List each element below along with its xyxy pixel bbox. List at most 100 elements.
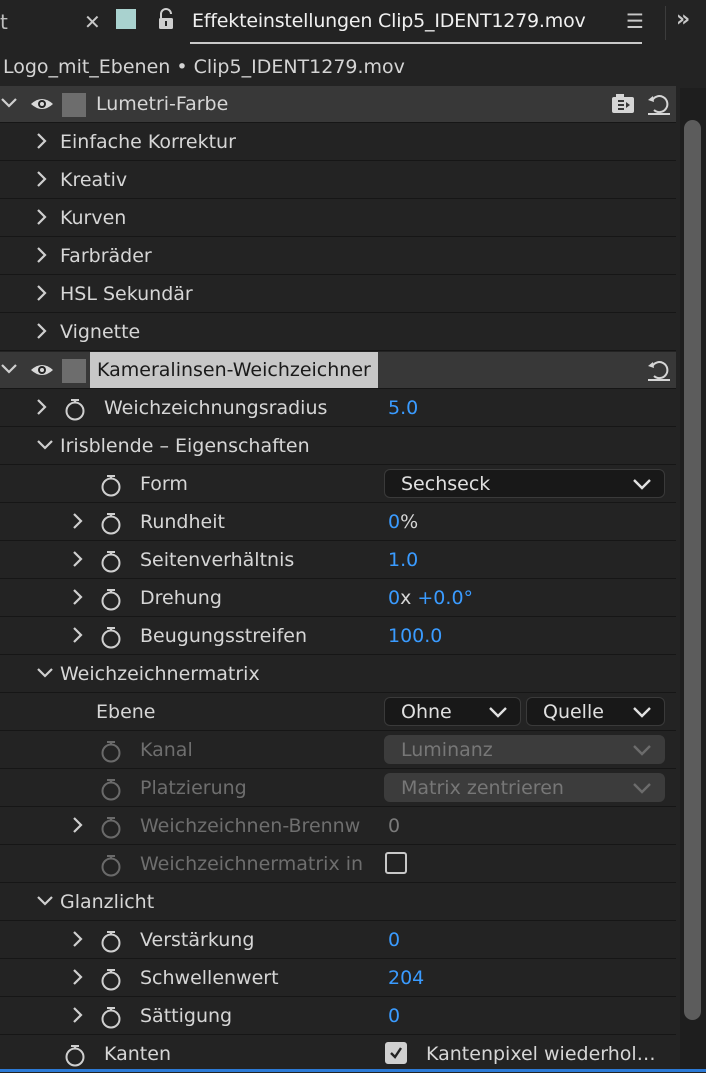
param-label: Ebene [96, 701, 156, 723]
chevron-right-icon[interactable] [68, 968, 86, 986]
stopwatch-icon[interactable] [64, 1043, 86, 1067]
scrollbar-thumb[interactable] [684, 120, 701, 1020]
lumetri-section[interactable]: Vignette [0, 314, 676, 351]
chevron-right-icon[interactable] [68, 1006, 86, 1024]
tab-divider [665, 6, 666, 40]
param-value[interactable]: 5.0 [388, 397, 418, 419]
clip-color-swatch [116, 9, 136, 29]
rotation-turns[interactable]: 0 [388, 587, 400, 609]
param-label: Form [140, 473, 188, 495]
fx-toggle-box[interactable] [62, 359, 86, 383]
rotation-degrees[interactable]: +0.0° [417, 587, 473, 609]
stopwatch-icon[interactable] [64, 397, 86, 421]
section-label: Farbräder [60, 245, 152, 267]
param-label: Weichzeichnermatrix in [140, 853, 364, 875]
param-value[interactable]: 204 [388, 967, 424, 989]
chevron-down-icon[interactable] [36, 892, 54, 910]
form-dropdown[interactable]: Sechseck [384, 469, 665, 498]
effect-name[interactable]: Kameralinsen-Weichzeichner [90, 352, 378, 388]
chevron-right-icon[interactable] [68, 550, 86, 568]
param-row: Weichzeichnungsradius 5.0 [0, 390, 676, 427]
effect-header-lens-blur[interactable]: Kameralinsen-Weichzeichner [0, 352, 676, 389]
chevron-right-icon[interactable] [32, 208, 50, 226]
close-tab-icon[interactable]: ✕ [84, 10, 101, 34]
param-label: Kanten [104, 1043, 171, 1065]
lumetri-section[interactable]: Einfache Korrektur [0, 124, 676, 161]
chevron-down-icon [632, 478, 652, 490]
lumetri-section[interactable]: Kreativ [0, 162, 676, 199]
invert-matrix-checkbox[interactable] [385, 852, 407, 874]
group-label: Glanzlicht [60, 891, 155, 913]
param-value[interactable]: 0 [388, 929, 400, 951]
section-label: Einfache Korrektur [60, 131, 236, 153]
param-row: Verstärkung 0 [0, 922, 676, 959]
value-number[interactable]: 0 [388, 511, 400, 533]
stopwatch-icon[interactable] [100, 929, 122, 953]
panel-tab-bar: t ✕ Effekteinstellungen Clip5_IDENT1279.… [0, 0, 706, 46]
lock-icon[interactable] [157, 8, 175, 30]
eye-icon[interactable] [30, 360, 54, 380]
edges-checkbox[interactable] [385, 1042, 407, 1064]
param-value[interactable]: 0 [388, 1005, 400, 1027]
reset-icon[interactable] [646, 358, 672, 382]
chevron-right-icon[interactable] [68, 588, 86, 606]
stopwatch-icon[interactable] [100, 511, 122, 535]
effect-header-lumetri[interactable]: Lumetri-Farbe [0, 86, 676, 123]
param-value[interactable]: 0% [388, 511, 418, 533]
tab-effect-controls[interactable]: Effekteinstellungen Clip5_IDENT1279.mov [192, 10, 586, 32]
chevron-down-icon[interactable] [0, 94, 18, 112]
group-row[interactable]: Glanzlicht [0, 884, 676, 921]
stopwatch-icon[interactable] [100, 473, 122, 497]
reset-icon[interactable] [646, 92, 672, 116]
stopwatch-icon[interactable] [100, 967, 122, 991]
chevron-down-icon[interactable] [36, 436, 54, 454]
stopwatch-icon[interactable] [100, 587, 122, 611]
chevron-right-icon[interactable] [32, 322, 50, 340]
dropdown-value: Matrix zentrieren [401, 777, 564, 799]
stopwatch-icon[interactable] [100, 625, 122, 649]
param-value[interactable]: 100.0 [388, 625, 442, 647]
param-value[interactable]: 1.0 [388, 549, 418, 571]
lumetri-section[interactable]: Farbräder [0, 238, 676, 275]
stopwatch-icon[interactable] [100, 549, 122, 573]
chevron-right-icon[interactable] [68, 930, 86, 948]
chevron-right-icon[interactable] [32, 132, 50, 150]
stopwatch-icon[interactable] [100, 1005, 122, 1029]
chevron-right-icon[interactable] [68, 816, 86, 834]
overflow-tabs-icon[interactable]: » [676, 7, 690, 32]
chevron-down-icon[interactable] [36, 664, 54, 682]
chevron-right-icon[interactable] [68, 512, 86, 530]
preset-icon[interactable] [610, 92, 636, 116]
chevron-right-icon[interactable] [32, 246, 50, 264]
param-row: Ebene Ohne Quelle [0, 694, 676, 731]
chevron-down-icon[interactable] [0, 360, 18, 378]
group-row[interactable]: Weichzeichnermatrix [0, 656, 676, 693]
param-row: Rundheit 0% [0, 504, 676, 541]
param-label: Sättigung [140, 1005, 233, 1027]
param-label: Verstärkung [140, 929, 255, 951]
lumetri-section[interactable]: Kurven [0, 200, 676, 237]
param-value: 0x +0.0° [388, 587, 473, 609]
group-row[interactable]: Irisblende – Eigenschaften [0, 428, 676, 465]
section-label: Kreativ [60, 169, 128, 191]
group-label: Irisblende – Eigenschaften [60, 435, 310, 457]
fx-toggle-box[interactable] [62, 93, 86, 117]
section-label: HSL Sekundär [60, 283, 193, 305]
param-label: Platzierung [140, 777, 247, 799]
chevron-right-icon[interactable] [32, 398, 50, 416]
layer-dropdown[interactable]: Ohne [384, 697, 521, 726]
param-row: Platzierung Matrix zentrieren [0, 770, 676, 807]
chevron-right-icon[interactable] [68, 626, 86, 644]
checkmark-icon [390, 1047, 402, 1059]
lumetri-section[interactable]: HSL Sekundär [0, 276, 676, 313]
panel-menu-icon[interactable]: ☰ [626, 9, 644, 33]
source-dropdown[interactable]: Quelle [526, 697, 665, 726]
eye-icon[interactable] [30, 94, 54, 114]
section-label: Kurven [60, 207, 127, 229]
previous-tab[interactable]: t [0, 10, 8, 34]
chevron-right-icon[interactable] [32, 170, 50, 188]
placement-dropdown: Matrix zentrieren [384, 773, 665, 802]
param-label: Rundheit [140, 511, 225, 533]
chevron-right-icon[interactable] [32, 284, 50, 302]
dropdown-value: Quelle [543, 701, 604, 723]
